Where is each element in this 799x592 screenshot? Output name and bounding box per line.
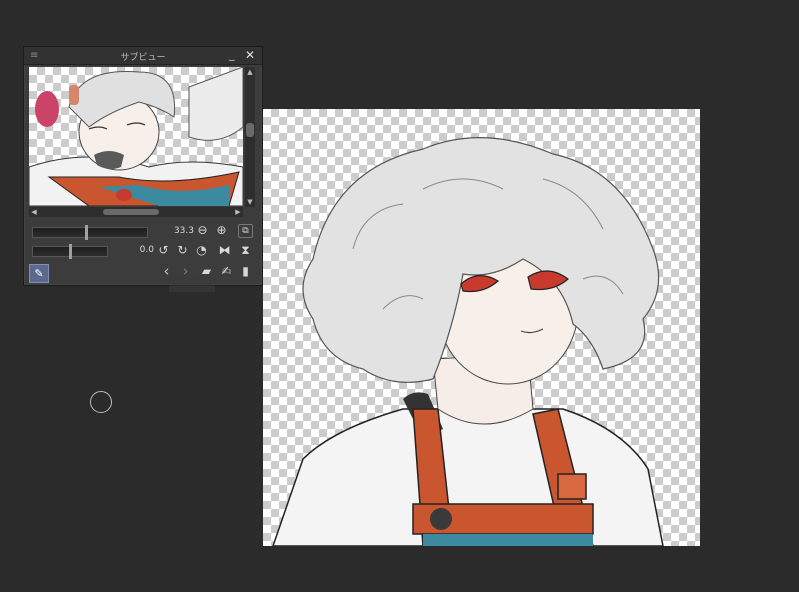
edit-icon[interactable]: ✍ <box>220 265 233 278</box>
subview-preview[interactable] <box>29 67 243 206</box>
zoom-out-icon[interactable]: ⊖ <box>196 224 209 237</box>
close-icon[interactable]: ✕ <box>245 48 255 62</box>
zoom-value: 33.3 <box>173 226 194 236</box>
rotate-left-icon[interactable]: ↺ <box>157 244 170 257</box>
preview-vertical-scrollbar[interactable]: ▲ ▼ <box>245 67 255 207</box>
flip-horizontal-icon[interactable]: ⧓ <box>218 244 231 257</box>
subview-title: サブビュー <box>120 53 166 63</box>
minimize-icon[interactable]: _ <box>229 48 235 61</box>
trash-icon[interactable]: ▮ <box>239 265 252 278</box>
tooltip-shadow <box>169 274 215 292</box>
fit-icon[interactable]: ⧉ <box>238 224 253 238</box>
canvas-illustration <box>272 137 664 546</box>
scroll-down-icon[interactable]: ▼ <box>245 197 255 207</box>
scroll-up-icon[interactable]: ▲ <box>245 67 255 77</box>
flip-vertical-icon[interactable]: ⧗ <box>239 244 252 257</box>
zoom-in-icon[interactable]: ⊕ <box>215 224 228 237</box>
preview-illustration <box>29 67 243 206</box>
brush-cursor <box>90 391 112 413</box>
eyedropper-icon[interactable]: ✎ <box>29 264 49 283</box>
scroll-right-icon[interactable]: ▶ <box>233 207 243 217</box>
subview-title-bar[interactable]: ≡ サブビュー _ ✕ <box>24 47 262 65</box>
zoom-slider-knob[interactable] <box>85 225 88 240</box>
rotate-reset-icon[interactable]: ◔ <box>195 244 208 257</box>
subview-palette[interactable]: ≡ サブビュー _ ✕ ▲ ▼ ◀ ▶ 33.3 ⊖ ⊕ ⧉ 0.0 ↺ ↻ ◔… <box>23 46 263 286</box>
vertical-scroll-thumb[interactable] <box>246 123 254 137</box>
horizontal-scroll-thumb[interactable] <box>103 209 159 215</box>
zoom-slider[interactable] <box>32 225 148 240</box>
rotation-slider[interactable] <box>32 244 108 259</box>
scroll-left-icon[interactable]: ◀ <box>29 207 39 217</box>
preview-horizontal-scrollbar[interactable]: ◀ ▶ <box>29 207 243 217</box>
rotation-slider-knob[interactable] <box>69 244 72 259</box>
rotate-right-icon[interactable]: ↻ <box>176 244 189 257</box>
main-canvas[interactable] <box>263 109 700 546</box>
rotation-value: 0.0 <box>139 245 154 255</box>
